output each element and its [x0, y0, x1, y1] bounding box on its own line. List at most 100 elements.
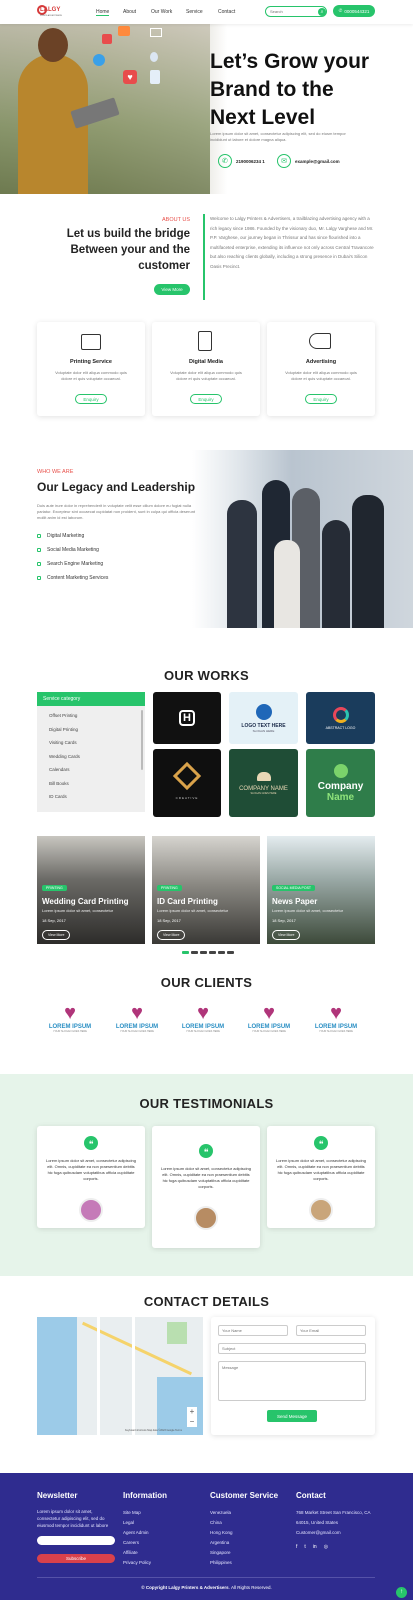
carousel-dot[interactable] — [200, 951, 207, 954]
category-item[interactable]: Digital Printing — [37, 723, 145, 737]
map-zoom-controls[interactable]: + − — [187, 1407, 197, 1427]
header-phone-button[interactable]: ✆ 0000544321 — [333, 5, 375, 17]
service-desc: Voluptate dolor elit aliqua commodo quis… — [55, 370, 127, 381]
view-more-button[interactable]: View More — [272, 930, 301, 940]
mail-icon: ✉ — [277, 154, 291, 168]
client-logo: ♥ LOREM IPSUM YOUR SLOGAN GOES HERE — [181, 1002, 225, 1033]
project-tag: SOCIAL MEDIA POST — [272, 885, 316, 891]
enquiry-button[interactable]: Enquiry — [305, 394, 337, 404]
tree-logo-icon — [333, 763, 348, 778]
nav-our-work[interactable]: Our Work — [151, 9, 172, 15]
carousel-dot[interactable] — [227, 951, 234, 954]
heart-icon: ♥ — [123, 70, 137, 84]
project-desc: Lorem ipsum dolor sit amet, consectetur — [157, 908, 229, 913]
newsletter-email-input[interactable] — [37, 1536, 115, 1545]
project-title: News Paper — [272, 897, 318, 906]
person — [227, 500, 257, 628]
category-item[interactable]: Offset Printing — [37, 709, 145, 723]
h-logo-icon: H — [179, 710, 195, 726]
testimonial-text: Lorem ipsum dolor sit amet, consectetur … — [45, 1158, 137, 1181]
work-tile-company-name[interactable]: COMPANY NAME SLOGAN GOES HERE — [229, 749, 298, 817]
work-tile-company-green[interactable]: Company Name — [306, 749, 375, 817]
subject-field[interactable] — [218, 1343, 366, 1354]
send-message-button[interactable]: Send Message — [267, 1410, 317, 1422]
project-card[interactable]: PRINTING ID Card Printing Lorem ipsum do… — [152, 836, 260, 944]
nav-service[interactable]: Service — [186, 9, 203, 15]
testimonial-text: Lorem ipsum dolor sit amet, consectetur … — [275, 1158, 367, 1181]
footer-email[interactable]: Customer@gmail.com — [296, 1528, 376, 1538]
search-input[interactable] — [270, 9, 318, 14]
globe-icon — [255, 703, 272, 720]
view-more-button[interactable]: View More — [42, 930, 71, 940]
logo[interactable]: LALGY PRINTS ADVERTISERS — [37, 4, 62, 20]
back-to-top-icon[interactable]: ↑ — [396, 1587, 407, 1598]
legacy-item: Search Engine Marketing — [37, 561, 103, 567]
service-category-panel: Service category Offset Printing Digital… — [37, 692, 145, 812]
search-icon[interactable]: ⌕ — [318, 7, 326, 16]
carousel-dot-active[interactable] — [182, 951, 189, 954]
category-item[interactable]: ID Cards — [37, 790, 145, 804]
hero-section: ♥ Let’s Grow your Brand to the Next Leve… — [0, 24, 413, 194]
category-item[interactable]: Calendars — [37, 763, 145, 777]
nav-home[interactable]: Home — [96, 9, 110, 16]
message-field[interactable] — [218, 1361, 366, 1401]
footer-link[interactable]: Agent Admin — [123, 1528, 167, 1538]
subscribe-button[interactable]: Subscribe — [37, 1554, 115, 1563]
nav-contact[interactable]: Contact — [218, 9, 235, 15]
map-embed[interactable]: + − Keyboard shortcuts Map data ©2023 Goo… — [37, 1317, 203, 1435]
category-list: Offset Printing Digital Printing Visitin… — [37, 706, 145, 804]
testimonial-card: ❝ Lorem ipsum dolor sit amet, consectetu… — [37, 1126, 145, 1228]
phone-icon: ✆ — [218, 154, 232, 168]
facebook-icon[interactable]: f — [296, 1544, 297, 1550]
footer-link[interactable]: Legal — [123, 1518, 167, 1528]
work-tile-globe-logo[interactable]: LOGO TEXT HERE SLOGAN HERE — [229, 692, 298, 744]
footer-link[interactable]: Privacy Policy — [123, 1558, 167, 1568]
footer-link[interactable]: Site Map — [123, 1508, 167, 1518]
quote-icon: ❝ — [84, 1136, 98, 1150]
enquiry-button[interactable]: Enquiry — [75, 394, 107, 404]
client-logo: ♥ LOREM IPSUM YOUR SLOGAN GOES HERE — [48, 1002, 92, 1033]
megaphone-icon — [309, 333, 331, 349]
email-field[interactable] — [296, 1325, 366, 1336]
name-field[interactable] — [218, 1325, 288, 1336]
category-item[interactable]: Visiting Cards — [37, 736, 145, 750]
nav-about[interactable]: About — [123, 9, 136, 15]
work-tile-creative-logo[interactable]: CREATIVE — [153, 749, 221, 817]
view-more-button[interactable]: View More — [157, 930, 186, 940]
project-desc: Lorem ipsum dolor sit amet, consectetur — [42, 908, 114, 913]
twitter-icon[interactable]: t — [304, 1544, 305, 1550]
footer-link[interactable]: Hong Kong — [210, 1528, 278, 1538]
footer-link[interactable]: Careers — [123, 1538, 167, 1548]
linkedin-icon[interactable]: in — [313, 1544, 317, 1550]
enquiry-button[interactable]: Enquiry — [190, 394, 222, 404]
footer-link[interactable]: Philippines — [210, 1558, 278, 1568]
carousel-dot[interactable] — [191, 951, 198, 954]
hero-phone[interactable]: ✆ 2190006234 1 — [218, 154, 265, 168]
work-tile-h-logo[interactable]: H — [153, 692, 221, 744]
project-card[interactable]: PRINTING Wedding Card Printing Lorem ips… — [37, 836, 145, 944]
work-tile-abstract-logo[interactable]: ABSTRACT LOGO — [306, 692, 375, 744]
map-road — [132, 1317, 135, 1435]
footer-link[interactable]: Affiliate — [123, 1548, 167, 1558]
search-box[interactable]: ⌕ — [265, 6, 327, 17]
carousel-dot[interactable] — [209, 951, 216, 954]
footer-link[interactable]: Venezuela — [210, 1508, 278, 1518]
project-title: ID Card Printing — [157, 897, 218, 906]
hero-email[interactable]: ✉ example@gmail.com — [277, 154, 340, 168]
project-card[interactable]: SOCIAL MEDIA POST News Paper Lorem ipsum… — [267, 836, 375, 944]
footer-link[interactable]: Argentina — [210, 1538, 278, 1548]
chat-icon — [118, 26, 130, 36]
check-icon — [37, 548, 41, 552]
about-view-more-button[interactable]: View More — [154, 284, 190, 295]
footer-customer-service: Customer Service Venezuela China Hong Ko… — [210, 1491, 278, 1568]
instagram-icon[interactable]: ◎ — [324, 1544, 328, 1550]
service-card-printing: Printing Service Voluptate dolor elit al… — [37, 322, 145, 416]
carousel-dot[interactable] — [218, 951, 225, 954]
footer-link[interactable]: China — [210, 1518, 278, 1528]
category-item[interactable]: Wedding Cards — [37, 750, 145, 764]
footer-link[interactable]: Singapore — [210, 1548, 278, 1558]
person — [352, 495, 384, 628]
category-scrollbar[interactable] — [141, 710, 143, 770]
category-item[interactable]: Bill Books — [37, 777, 145, 791]
about-divider — [203, 214, 205, 300]
